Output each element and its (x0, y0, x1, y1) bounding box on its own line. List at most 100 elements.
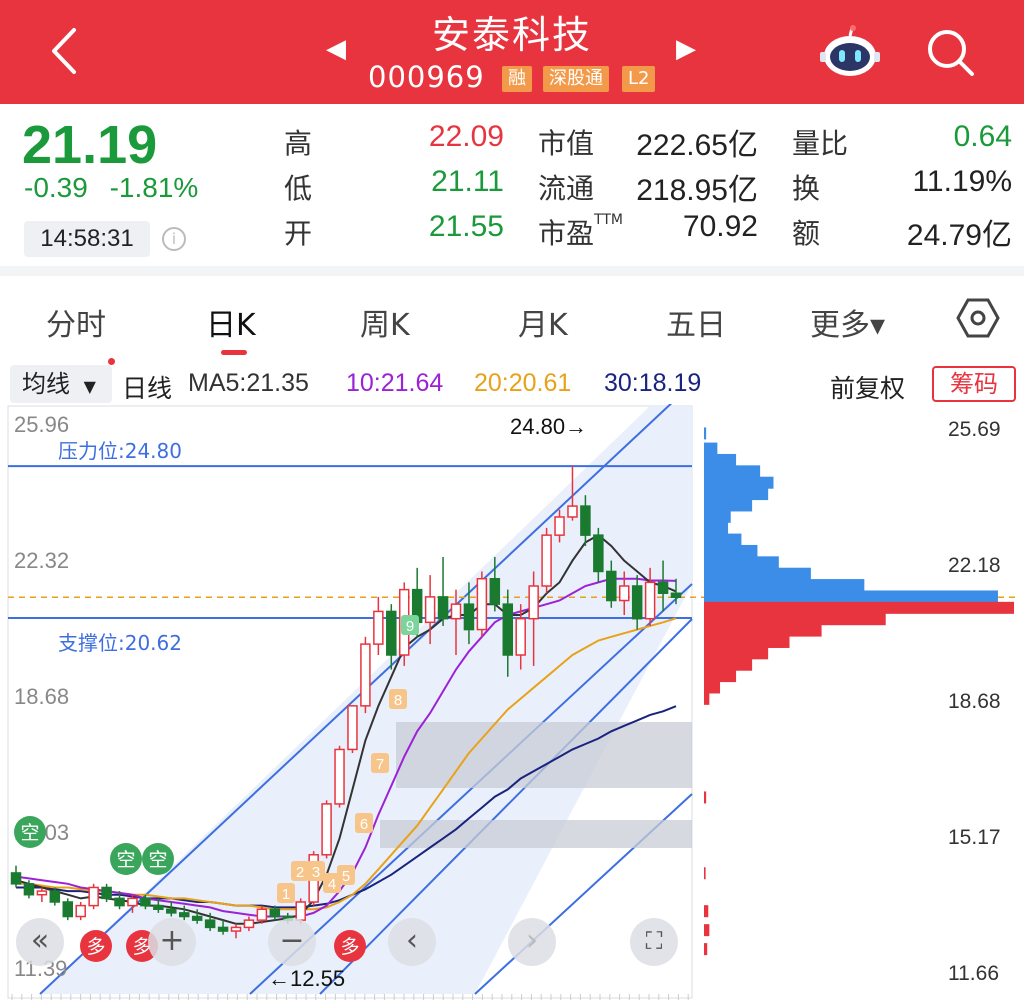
prev-control[interactable]: ‹ (388, 918, 436, 966)
turnover-value: 11.19% (912, 165, 1012, 198)
stock-code: 000969 (368, 60, 485, 94)
y-axis-label: 22.32 (14, 548, 69, 573)
support-zone (380, 820, 692, 848)
info-icon[interactable]: i (162, 227, 186, 251)
kline-svg[interactable]: 25.9622.3218.6815.0311.39压力位:24.80支撑位:20… (0, 383, 1024, 1003)
pe-value: 70.92 (682, 210, 758, 243)
count-label: 1 (282, 886, 290, 903)
chip-bar (704, 635, 790, 648)
candle-body (217, 926, 229, 932)
low-value: 21.11 (431, 165, 504, 198)
candle-body (204, 919, 216, 929)
chip-bar (704, 924, 710, 937)
chip-bar (704, 601, 1014, 614)
chip-bar (704, 544, 758, 557)
count-label: 6 (360, 816, 368, 833)
candle-body (10, 872, 22, 885)
ma-selector[interactable]: 均线 ▼ (10, 365, 112, 403)
candle-body (373, 610, 384, 645)
chip-price-label: 11.66 (948, 962, 999, 985)
search-icon[interactable] (922, 24, 978, 80)
low-price-label: ←12.55 (268, 966, 345, 991)
chip-bar (704, 567, 811, 580)
pe-label: 市盈TTM (538, 212, 623, 250)
candle-body (515, 617, 526, 656)
candle-body (347, 705, 358, 751)
candle-body (49, 890, 61, 903)
adjust-mode[interactable]: 前复权 (830, 369, 905, 405)
chip-price-label: 15.17 (948, 826, 1001, 849)
candle-body (489, 577, 501, 605)
level2-tag: L2 (622, 66, 656, 92)
next-control[interactable]: › (508, 918, 556, 966)
candle-body (75, 904, 86, 918)
zoom-in-control[interactable]: + (148, 918, 196, 966)
back-control[interactable]: « (16, 918, 64, 966)
robot-assistant-icon[interactable] (818, 24, 882, 80)
chip-bar (704, 905, 709, 918)
count-label: 3 (312, 864, 320, 881)
candle-body (476, 577, 488, 631)
sell-signal-label: 空 (116, 849, 135, 871)
tab-five-day[interactable]: 五日 (666, 300, 726, 344)
prev-stock-icon[interactable]: ◀ (326, 34, 346, 64)
count-label: 4 (328, 876, 336, 893)
turnover-label: 换 (792, 172, 821, 205)
chip-bar (704, 647, 769, 660)
peak-price-label: 24.80→ (510, 414, 587, 439)
kline-chart[interactable]: 25.9622.3218.6815.0311.39压力位:24.80支撑位:20… (0, 383, 1024, 1003)
candle-body (618, 585, 630, 602)
fullscreen-control[interactable]: ⛶ (630, 918, 678, 966)
next-stock-icon[interactable]: ▶ (676, 34, 696, 64)
chip-bar (704, 556, 779, 569)
float-label: 流通 (538, 172, 595, 205)
period-tabs: 分时 日K 周K 月K 五日 更多▾ (0, 276, 1024, 365)
zoom-out-control[interactable]: − (268, 918, 316, 966)
support-label: 支撑位:20.62 (58, 631, 182, 655)
candle-body (230, 926, 242, 932)
price-change: -0.39 -1.81% (24, 172, 198, 204)
chip-bar (704, 453, 737, 466)
candle-body (269, 908, 281, 918)
candle-body (670, 592, 682, 599)
candle-body (593, 534, 604, 573)
candle-body (127, 897, 138, 907)
candle-body (631, 585, 643, 620)
high-value: 22.09 (428, 120, 504, 153)
tab-daily-k[interactable]: 日K (206, 300, 256, 344)
candle-body (23, 883, 35, 896)
ttm-sup: TTM (594, 212, 623, 228)
count-label: 9 (406, 618, 414, 635)
chip-price-label: 22.18 (948, 554, 1001, 577)
candle-body (450, 603, 462, 620)
count-label: 8 (394, 692, 402, 709)
chip-bar (704, 943, 708, 956)
candle-body (36, 890, 48, 896)
sell-signal-label: 空 (148, 849, 167, 871)
chip-bar (704, 533, 742, 546)
sell-signal-label: 空 (20, 822, 39, 844)
chip-bar (704, 427, 707, 440)
dropdown-caret-icon: ▼ (83, 377, 96, 396)
ma10-value: 10:21.64 (346, 369, 444, 397)
tab-more[interactable]: 更多▾ (810, 300, 885, 344)
tab-monthly-k[interactable]: 月K (518, 300, 568, 344)
candle-body (567, 505, 578, 518)
buy-signal-label: 多 (340, 936, 359, 958)
candle-body (437, 596, 449, 620)
quote-panel: 21.19 -0.39 -1.81% 14:58:31 i 高 22.09 低 … (0, 104, 1024, 266)
candle-body (541, 534, 552, 587)
chip-bar (704, 624, 822, 637)
y-axis-label: 25.96 (14, 412, 69, 437)
active-tab-indicator (221, 350, 247, 355)
settings-hex-icon[interactable] (956, 296, 1000, 340)
tab-intraday[interactable]: 分时 (46, 300, 106, 344)
candle-body (502, 603, 514, 656)
open-label: 开 (284, 217, 313, 250)
chips-button[interactable]: 筹码 (932, 366, 1016, 402)
candle-body (528, 585, 539, 620)
tab-weekly-k[interactable]: 周K (360, 300, 410, 344)
candle-body (295, 901, 306, 921)
candle-body (424, 596, 436, 624)
chip-bar (704, 791, 707, 804)
